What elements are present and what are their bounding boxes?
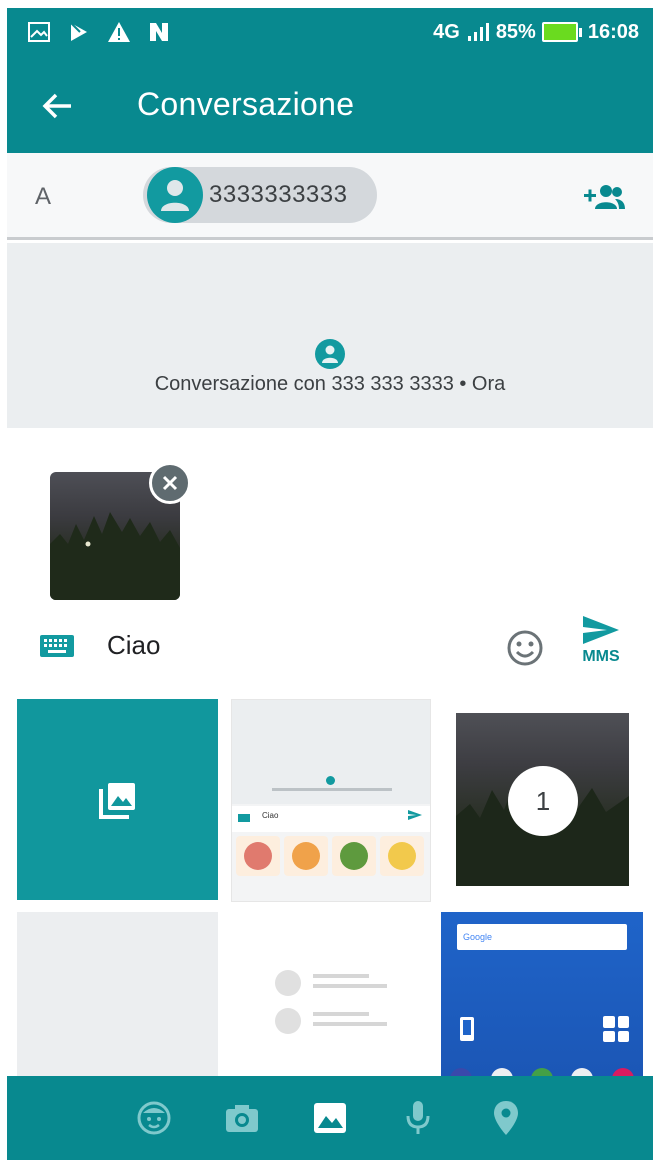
back-arrow-icon[interactable] [35, 84, 79, 128]
send-label: MMS [582, 648, 620, 665]
camera-icon[interactable] [220, 1096, 264, 1140]
sticker-thumbnail [284, 836, 328, 876]
contact-avatar-icon [315, 339, 345, 369]
play-store-icon [67, 20, 91, 44]
mini-conversation [232, 700, 430, 804]
conversation-info: Conversazione con 333 333 3333 • Ora [154, 373, 506, 395]
emoji-icon[interactable] [503, 626, 547, 670]
battery-icon [541, 22, 582, 42]
warning-icon [107, 20, 131, 44]
mini-line [313, 1022, 387, 1026]
attachment-toolbar [7, 1076, 653, 1160]
remove-attachment-icon[interactable] [149, 462, 191, 504]
signal-icon [466, 20, 490, 44]
compose-row: Ciao MMS [7, 610, 653, 686]
recipient-chip[interactable]: 3333333333 [143, 167, 377, 223]
mini-google-search: Google [457, 924, 627, 950]
tree-photo [50, 512, 180, 600]
mini-avatar [326, 776, 335, 785]
contact-avatar-icon [147, 167, 203, 223]
recipient-number: 3333333333 [209, 181, 348, 208]
to-label: A [35, 183, 52, 210]
recipient-row: A 3333333333 [7, 153, 653, 240]
battery-percent: 85% [495, 20, 536, 43]
clock: 16:08 [587, 20, 639, 43]
mini-stickers [232, 834, 430, 901]
sticker-thumbnail [380, 836, 424, 876]
image-notification-icon [27, 20, 51, 44]
photo-library-icon [98, 782, 135, 819]
gallery-empty-thumbnail[interactable] [17, 912, 218, 1082]
mini-send-icon [408, 810, 422, 820]
mini-text [272, 788, 392, 791]
conversation-area: Conversazione con 333 333 3333 • Ora [7, 243, 653, 428]
mini-compose: Ciao [232, 806, 430, 832]
selection-count-badge: 1 [508, 766, 578, 836]
add-people-icon[interactable] [581, 181, 627, 213]
gallery-icon[interactable] [308, 1096, 352, 1140]
mini-message: Ciao [262, 811, 279, 820]
gallery-screenshot-thumbnail[interactable]: Ciao [231, 699, 431, 902]
mini-line [313, 974, 369, 978]
message-input[interactable]: Ciao [107, 630, 160, 661]
location-icon[interactable] [484, 1096, 528, 1140]
mini-avatar [275, 1008, 301, 1034]
send-button[interactable]: MMS [573, 614, 629, 684]
mini-avatar [275, 970, 301, 996]
app-notification-icon [147, 20, 171, 44]
mini-phone-icon [460, 1017, 474, 1041]
notification-icons [27, 20, 171, 44]
mini-apps-icon [603, 1016, 629, 1042]
keyboard-icon[interactable] [37, 632, 77, 660]
microphone-icon[interactable] [396, 1096, 440, 1140]
sticker-thumbnail [332, 836, 376, 876]
mini-keyboard-icon [238, 814, 250, 822]
mini-line [313, 1012, 369, 1016]
send-icon [583, 616, 619, 644]
sticker-icon[interactable] [132, 1096, 176, 1140]
gallery-screenshot-thumbnail[interactable] [231, 912, 431, 1082]
network-type: 4G [433, 20, 460, 43]
page-title: Conversazione [137, 86, 355, 122]
mini-line [313, 984, 387, 988]
app-bar: Conversazione [7, 56, 653, 153]
gallery-homescreen-thumbnail[interactable]: Google [441, 912, 643, 1082]
gallery-photo-selected[interactable]: 1 [456, 713, 629, 886]
sticker-thumbnail [236, 836, 280, 876]
system-status: 4G 85% 16:08 [433, 8, 639, 56]
open-gallery-button[interactable] [17, 699, 218, 900]
status-bar: 4G 85% 16:08 [7, 8, 653, 56]
